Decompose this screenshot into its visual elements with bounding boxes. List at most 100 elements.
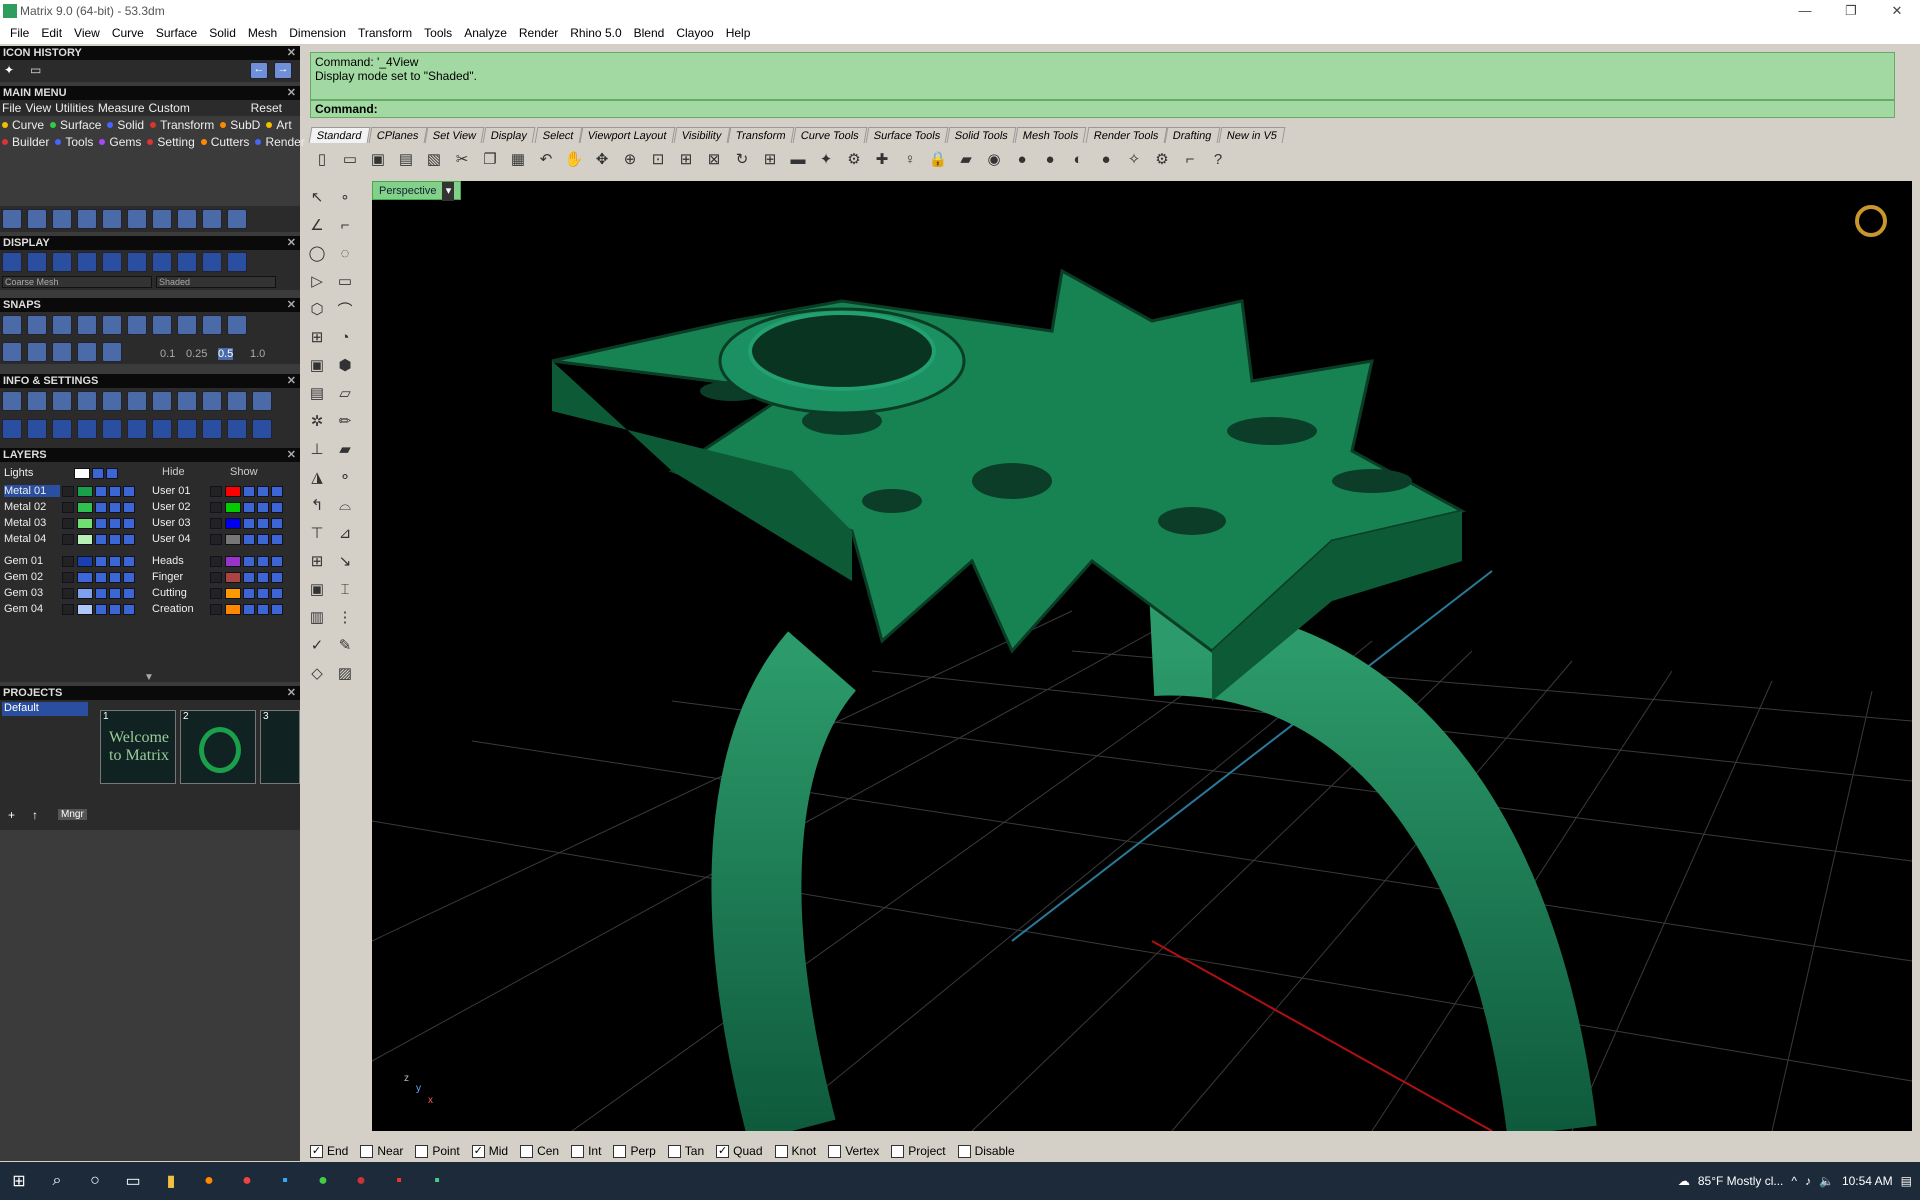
mm-view[interactable]: View (23, 101, 53, 115)
mm-item-builder[interactable]: Builder (0, 135, 53, 149)
zoom-window-icon[interactable]: ⊡ (646, 147, 670, 171)
expand-icon[interactable] (210, 517, 222, 529)
render-icon[interactable] (271, 517, 283, 529)
four-view-icon[interactable]: ⊞ (758, 147, 782, 171)
layer-name[interactable]: User 01 (152, 485, 208, 497)
toggle-icon[interactable] (106, 467, 118, 479)
mm-item-render[interactable]: Render (253, 135, 308, 149)
layer-name[interactable]: Metal 02 (4, 501, 60, 513)
open-icon[interactable]: ▭ (338, 147, 362, 171)
layer-row[interactable]: Gem 03 (4, 586, 135, 600)
layer-color-swatch[interactable] (225, 517, 241, 529)
display-mode-select[interactable]: Shaded (156, 276, 276, 288)
viewport-label[interactable]: Perspective ▾ (372, 181, 462, 201)
chevron-up-icon[interactable]: ^ (1791, 1174, 1797, 1188)
snap-value[interactable]: 0.5 (218, 348, 234, 360)
layer-color-swatch[interactable] (77, 533, 93, 545)
side-tool-icon[interactable]: ✏ (333, 409, 357, 433)
pan-icon[interactable]: ✋ (562, 147, 586, 171)
light-icon[interactable]: ♀ (898, 147, 922, 171)
tool-icon[interactable] (227, 252, 247, 272)
expand-icon[interactable] (210, 587, 222, 599)
expand-icon[interactable] (62, 533, 74, 545)
dimension-icon[interactable]: ⌐ (1178, 147, 1202, 171)
office-icon[interactable]: ▪ (380, 1162, 418, 1200)
expand-icon[interactable] (62, 603, 74, 615)
checkbox[interactable] (957, 1144, 971, 1158)
menu-rhino5[interactable]: Rhino 5.0 (564, 26, 627, 40)
tool-icon[interactable] (177, 315, 197, 335)
matrix-app-icon[interactable]: ▪ (418, 1162, 456, 1200)
layer-name[interactable]: Heads (152, 555, 208, 567)
mm-custom[interactable]: Custom (147, 101, 192, 115)
side-tool-icon[interactable]: ◮ (305, 465, 329, 489)
tab-new-in-v5[interactable]: New in V5 (1218, 127, 1286, 143)
tab-display[interactable]: Display (483, 127, 536, 143)
tab-cplanes[interactable]: CPlanes (368, 127, 427, 143)
microphone-icon[interactable]: ♪ (1805, 1174, 1811, 1188)
menu-help[interactable]: Help (720, 26, 757, 40)
layer-color-swatch[interactable] (77, 485, 93, 497)
tool-icon[interactable] (152, 315, 172, 335)
expand-icon[interactable] (210, 501, 222, 513)
tool-icon[interactable] (177, 391, 197, 411)
tool-icon[interactable] (202, 391, 222, 411)
lock-icon[interactable] (95, 587, 107, 599)
tab-drafting[interactable]: Drafting (1165, 127, 1221, 143)
layer-row[interactable]: Finger (152, 570, 283, 584)
mm-item-cutters[interactable]: Cutters (199, 135, 254, 149)
snap-value[interactable]: 0.1 (160, 348, 175, 360)
add-icon[interactable]: + (8, 808, 15, 822)
command-input[interactable]: Command: (310, 100, 1895, 118)
tool-icon[interactable] (27, 391, 47, 411)
tool-icon[interactable] (227, 209, 247, 229)
mm-utilities[interactable]: Utilities (53, 101, 96, 115)
layer-name[interactable]: User 03 (152, 517, 208, 529)
visibility-icon[interactable] (109, 485, 121, 497)
layer-row[interactable]: Gem 01 (4, 554, 135, 568)
zoom-selected-icon[interactable]: ⊠ (702, 147, 726, 171)
tool-icon[interactable] (77, 342, 97, 362)
tool-icon[interactable] (152, 209, 172, 229)
osnap-point[interactable]: Point (415, 1144, 460, 1158)
new-file-icon[interactable]: ▯ (310, 147, 334, 171)
checkbox[interactable] (613, 1144, 627, 1158)
weather-text[interactable]: 85°F Mostly cl... (1698, 1174, 1783, 1188)
tab-curve-tools[interactable]: Curve Tools (792, 127, 868, 143)
side-tool-icon[interactable]: ↰ (305, 493, 329, 517)
notifications-icon[interactable]: ▤ (1901, 1174, 1912, 1188)
visibility-icon[interactable] (109, 533, 121, 545)
blue-sphere-icon[interactable]: ● (1094, 147, 1118, 171)
close-icon[interactable]: ✕ (287, 236, 296, 250)
visibility-icon[interactable] (109, 587, 121, 599)
lock-icon[interactable] (243, 485, 255, 497)
maximize-button[interactable]: ❐ (1828, 0, 1874, 22)
snap-value[interactable]: 0.25 (186, 348, 207, 360)
task-view-icon[interactable]: ▭ (114, 1162, 152, 1200)
tool-icon[interactable] (52, 315, 72, 335)
osnap-mid[interactable]: ✓ Mid (471, 1144, 508, 1158)
perspective-viewport[interactable]: z y x (372, 181, 1912, 1131)
tool-icon[interactable] (52, 391, 72, 411)
folder-icon[interactable]: ▭ (30, 63, 41, 77)
manager-button[interactable]: Mngr (58, 809, 87, 820)
mm-item-tools[interactable]: Tools (53, 135, 97, 149)
side-tool-icon[interactable]: ⬡ (305, 297, 329, 321)
chrome-alt-icon[interactable]: ● (304, 1162, 342, 1200)
mm-item-art[interactable]: Art (264, 118, 295, 132)
render-icon[interactable] (123, 555, 135, 567)
side-tool-icon[interactable]: ⌶ (333, 577, 357, 601)
layer-color-swatch[interactable] (77, 501, 93, 513)
checkbox[interactable] (360, 1144, 374, 1158)
render-icon[interactable] (123, 533, 135, 545)
side-tool-icon[interactable]: ✎ (333, 633, 357, 657)
layer-icon[interactable]: ▰ (954, 147, 978, 171)
close-icon[interactable]: ✕ (287, 374, 296, 388)
tool-icon[interactable] (2, 391, 22, 411)
tool-icon[interactable] (2, 315, 22, 335)
layer-color-swatch[interactable] (77, 555, 93, 567)
cut-icon[interactable]: ✂ (450, 147, 474, 171)
side-tool-icon[interactable]: ↘ (333, 549, 357, 573)
expand-icon[interactable] (210, 533, 222, 545)
tool-icon[interactable] (27, 209, 47, 229)
